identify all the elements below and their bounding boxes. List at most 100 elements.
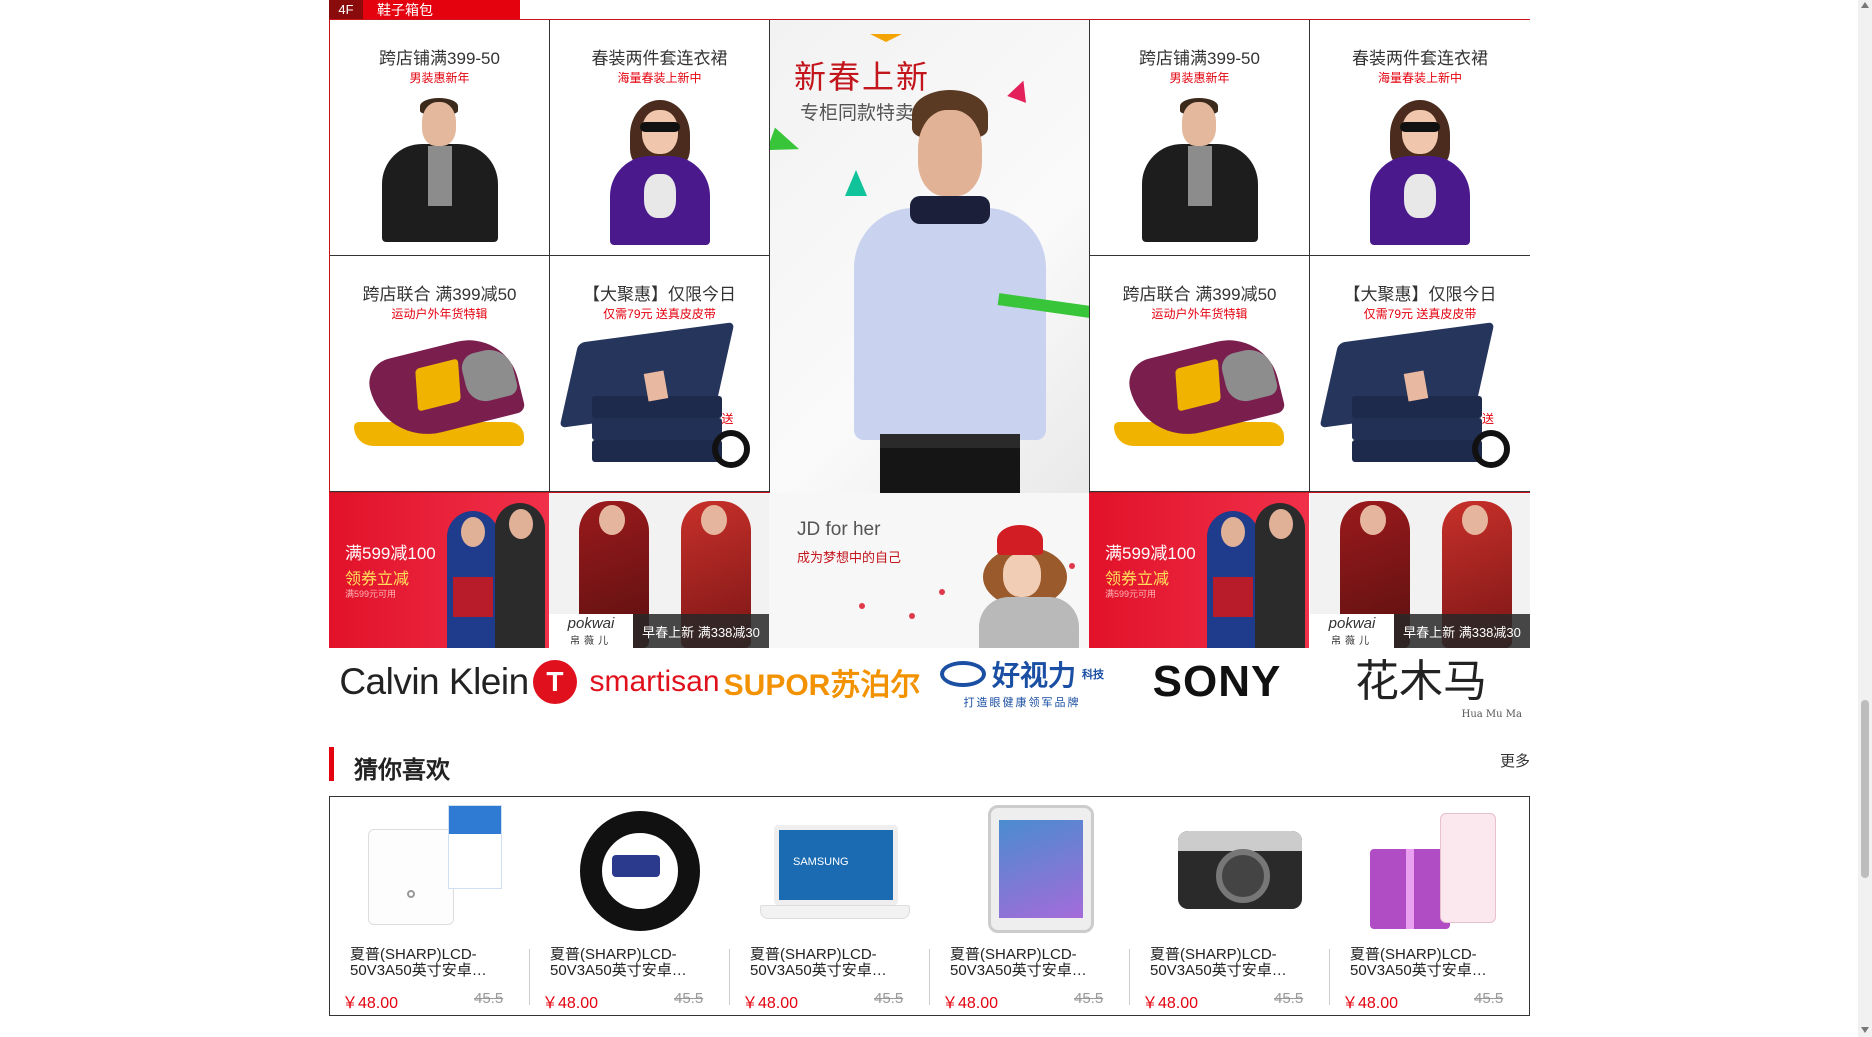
gift-label: 送 bbox=[721, 412, 734, 426]
gift-label: 送 bbox=[1482, 412, 1495, 426]
promo-title: 跨店铺满399-50 bbox=[379, 49, 500, 68]
product-old-price: 45.5 bbox=[1474, 990, 1504, 1007]
promo-cell-shoes-1[interactable]: 跨店联合 满399减50 运动户外年货特辑 bbox=[330, 256, 550, 492]
banner-pokwai-1[interactable]: pokwai 帛薇儿 早春上新 满338减30 bbox=[549, 493, 769, 648]
product-old-price: 45.5 bbox=[1074, 990, 1104, 1007]
banner-line-1: 满599减100 bbox=[345, 544, 436, 563]
promo-cell-dress-1[interactable]: 春装两件套连衣裙 海量春装上新中 bbox=[550, 20, 770, 256]
floor-number: 4F bbox=[329, 0, 363, 19]
product-image-dress bbox=[600, 100, 720, 245]
product-old-price: 45.5 bbox=[674, 990, 704, 1007]
banner-jd-for-her[interactable]: JD for her 成为梦想中的自己 bbox=[769, 493, 1089, 648]
brand-haoshili[interactable]: 好视力 科技 打造眼健康领军品牌 bbox=[922, 651, 1122, 713]
product-old-price: 45.5 bbox=[474, 990, 504, 1007]
product-name[interactable]: 夏普(SHARP)LCD-50V3A50英寸安卓… bbox=[350, 947, 500, 979]
section-title: 猜你喜欢 bbox=[354, 757, 450, 784]
brand-strip: Calvin Klein T smartisan SUPOR苏泊尔 好视力 科技 打… bbox=[329, 651, 1530, 720]
product-image-jeans: 送 bbox=[1319, 321, 1518, 476]
scrollbar-thumb[interactable] bbox=[1861, 700, 1869, 878]
promo-subtitle: 海量春装上新中 bbox=[617, 71, 702, 85]
list-item[interactable]: 夏普(SHARP)LCD-50V3A50英寸安卓… ￥48.00 45.5 bbox=[1330, 797, 1530, 1017]
brand-supor[interactable]: SUPOR苏泊尔 bbox=[722, 651, 922, 713]
banner-promo-text: 早春上新 满338减30 bbox=[1394, 614, 1530, 648]
product-price: ￥48.00 bbox=[1342, 995, 1399, 1012]
guess-product-list: 夏普(SHARP)LCD-50V3A50英寸安卓… ￥48.00 45.5 夏普… bbox=[329, 796, 1530, 1016]
brand-huamuma[interactable]: 花木马 Hua Mu Ma bbox=[1312, 651, 1530, 720]
banner-line-1: 满599减100 bbox=[1105, 544, 1196, 563]
product-name[interactable]: 夏普(SHARP)LCD-50V3A50英寸安卓… bbox=[1350, 947, 1500, 979]
more-link[interactable]: 更多 bbox=[1500, 750, 1530, 771]
product-old-price: 45.5 bbox=[1274, 990, 1304, 1007]
promo-cell-jeans-2[interactable]: 【大聚惠】仅限今日 仅需79元 送真皮皮带 送 bbox=[1310, 256, 1530, 492]
jd-banner-title: JD for her bbox=[797, 519, 881, 540]
promo-subtitle: 男装惠新年 bbox=[409, 71, 470, 85]
promo-cell-dress-2[interactable]: 春装两件套连衣裙 海量春装上新中 bbox=[1310, 20, 1530, 256]
center-banner[interactable]: 新春上新 专柜同款特卖 bbox=[770, 20, 1090, 493]
brand-smartisan[interactable]: smartisan bbox=[587, 651, 722, 713]
product-name[interactable]: 夏普(SHARP)LCD-50V3A50英寸安卓… bbox=[750, 947, 900, 979]
floor-tag: 4F 鞋子箱包 bbox=[329, 0, 520, 19]
banner-row: 满599减100 领券立减 满599元可用 pokwai 帛薇儿 早春上新 满3… bbox=[329, 493, 1530, 648]
list-item[interactable]: 夏普(SHARP)LCD-50V3A50英寸安卓… ￥48.00 45.5 bbox=[1130, 797, 1330, 1017]
promo-cell-menswear-1[interactable]: 跨店铺满399-50 男装惠新年 bbox=[330, 20, 550, 256]
section-accent-bar bbox=[329, 747, 334, 781]
promo-subtitle: 海量春装上新中 bbox=[1377, 71, 1462, 85]
model-image bbox=[1207, 511, 1259, 648]
product-image-perfume bbox=[1360, 805, 1510, 935]
product-image-jeans: 送 bbox=[558, 321, 758, 476]
floor-name: 鞋子箱包 bbox=[377, 1, 433, 18]
product-image-laptop: SAMSUNG bbox=[760, 805, 910, 935]
promo-title: 跨店铺满399-50 bbox=[1139, 49, 1260, 68]
promo-title: 春装两件套连衣裙 bbox=[591, 49, 728, 68]
page-scrollbar[interactable] bbox=[1858, 0, 1872, 1037]
promo-subtitle: 运动户外年货特辑 bbox=[1151, 307, 1248, 321]
product-price: ￥48.00 bbox=[542, 995, 599, 1012]
pokwai-logo: pokwai 帛薇儿 bbox=[1310, 614, 1394, 648]
model-image bbox=[447, 511, 499, 648]
product-image-tablet bbox=[960, 805, 1110, 935]
promo-title: 【大聚惠】仅限今日 bbox=[583, 285, 736, 304]
promo-cell-shoes-2[interactable]: 跨店联合 满399减50 运动户外年货特辑 bbox=[1090, 256, 1310, 492]
promo-title: 跨店联合 满399减50 bbox=[362, 285, 517, 304]
floor-grid: 跨店铺满399-50 男装惠新年 春装两件套连衣裙 海量春装上新中 跨店联合 满… bbox=[329, 19, 1530, 493]
model-image bbox=[1255, 503, 1305, 648]
list-item[interactable]: 夏普(SHARP)LCD-50V3A50英寸安卓… ￥48.00 45.5 bbox=[330, 797, 530, 1017]
product-name[interactable]: 夏普(SHARP)LCD-50V3A50英寸安卓… bbox=[1150, 947, 1300, 979]
guess-section-header: 猜你喜欢 更多 bbox=[329, 744, 1530, 784]
brand-calvin-klein[interactable]: Calvin Klein T bbox=[329, 651, 587, 713]
product-image-jacket bbox=[1138, 98, 1262, 242]
promo-subtitle: 运动户外年货特辑 bbox=[391, 307, 488, 321]
scroll-down-icon[interactable] bbox=[1861, 1027, 1869, 1033]
list-item[interactable]: 夏普(SHARP)LCD-50V3A50英寸安卓… ￥48.00 45.5 bbox=[930, 797, 1130, 1017]
jd-banner-subtitle: 成为梦想中的自己 bbox=[797, 550, 902, 565]
banner-line-3: 满599元可用 bbox=[1105, 589, 1157, 599]
list-item[interactable]: 夏普(SHARP)LCD-50V3A50英寸安卓… ￥48.00 45.5 bbox=[530, 797, 730, 1017]
promo-title: 春装两件套连衣裙 bbox=[1352, 49, 1488, 68]
eye-icon bbox=[939, 661, 986, 687]
product-name[interactable]: 夏普(SHARP)LCD-50V3A50英寸安卓… bbox=[550, 947, 700, 979]
promo-subtitle: 仅需79元 送真皮皮带 bbox=[603, 307, 716, 321]
banner-coupon-1[interactable]: 满599减100 领券立减 满599元可用 bbox=[329, 493, 549, 648]
promo-title: 跨店联合 满399减50 bbox=[1122, 285, 1277, 304]
banner-promo-text: 早春上新 满338减30 bbox=[633, 614, 769, 648]
banner-line-2: 领券立减 bbox=[1105, 571, 1170, 588]
promo-cell-menswear-2[interactable]: 跨店铺满399-50 男装惠新年 bbox=[1090, 20, 1310, 256]
list-item[interactable]: SAMSUNG 夏普(SHARP)LCD-50V3A50英寸安卓… ￥48.00… bbox=[730, 797, 930, 1017]
promo-subtitle: 仅需79元 送真皮皮带 bbox=[1363, 307, 1477, 321]
banner-pokwai-2[interactable]: pokwai 帛薇儿 早春上新 满338减30 bbox=[1310, 493, 1530, 648]
banner-coupon-2[interactable]: 满599减100 领券立减 满599元可用 bbox=[1089, 493, 1309, 648]
scroll-up-icon[interactable] bbox=[1861, 2, 1869, 8]
product-old-price: 45.5 bbox=[874, 990, 904, 1007]
product-name[interactable]: 夏普(SHARP)LCD-50V3A50英寸安卓… bbox=[950, 947, 1100, 979]
product-price: ￥48.00 bbox=[742, 995, 799, 1012]
model-image bbox=[495, 503, 545, 648]
product-image-router bbox=[360, 805, 510, 935]
product-price: ￥48.00 bbox=[1142, 995, 1199, 1012]
product-image-sneaker bbox=[348, 329, 532, 460]
product-image-dress bbox=[1360, 100, 1480, 245]
promo-title: 【大聚惠】仅限今日 bbox=[1343, 285, 1497, 304]
promo-cell-jeans-1[interactable]: 【大聚惠】仅限今日 仅需79元 送真皮皮带 送 bbox=[550, 256, 770, 492]
banner-line-3: 满599元可用 bbox=[345, 589, 397, 599]
brand-sony[interactable]: SONY bbox=[1122, 651, 1312, 713]
model-image bbox=[840, 90, 1050, 493]
